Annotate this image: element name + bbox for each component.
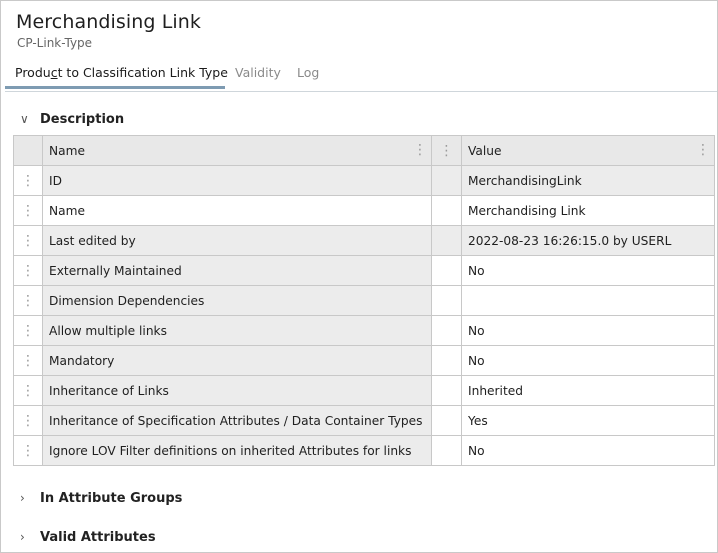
row-value-cell[interactable]: No	[461, 315, 715, 346]
vertical-dots-icon[interactable]: ⋮	[21, 204, 35, 218]
link-type-editor: Merchandising Link CP-Link-Type Product …	[0, 0, 718, 553]
vertical-dots-icon[interactable]: ⋮	[21, 294, 35, 308]
row-name-cell: Last edited by	[42, 225, 432, 256]
section-description-toggle[interactable]: ∨ Description	[20, 112, 124, 127]
column-header-name[interactable]: Name ⋮	[42, 135, 432, 166]
vertical-dots-icon[interactable]: ⋮	[21, 174, 35, 188]
row-name-cell: Name	[42, 195, 432, 226]
row-spacer-cell	[431, 195, 462, 226]
column-header-name-label: Name	[49, 143, 85, 158]
row-name-cell: Ignore LOV Filter definitions on inherit…	[42, 435, 432, 466]
chevron-right-icon: ›	[20, 530, 25, 544]
active-tab-indicator	[5, 86, 225, 89]
vertical-dots-icon[interactable]: ⋮	[21, 234, 35, 248]
row-spacer-cell	[431, 375, 462, 406]
chevron-down-icon: ∨	[20, 112, 29, 126]
row-spacer-cell	[431, 225, 462, 256]
table-row[interactable]: ⋮ Inheritance of Links Inherited	[13, 375, 715, 406]
table-row[interactable]: ⋮ Mandatory No	[13, 345, 715, 376]
row-value-cell[interactable]	[461, 285, 715, 316]
tab-product-to-classification[interactable]: Product to Classification Link Type	[15, 65, 228, 80]
row-name-cell: Inheritance of Specification Attributes …	[42, 405, 432, 436]
row-name-cell: Allow multiple links	[42, 315, 432, 346]
vertical-dots-icon[interactable]: ⋮	[696, 143, 710, 157]
row-value-cell[interactable]: 2022-08-23 16:26:15.0 by USERL	[461, 225, 715, 256]
vertical-dots-icon[interactable]: ⋮	[21, 354, 35, 368]
row-spacer-cell	[431, 165, 462, 196]
row-name-cell: Dimension Dependencies	[42, 285, 432, 316]
header-handle-cell	[13, 135, 43, 166]
row-spacer-cell	[431, 435, 462, 466]
tab-bar: Product to Classification Link Type Vali…	[5, 59, 717, 93]
vertical-dots-icon[interactable]: ⋮	[21, 414, 35, 428]
row-spacer-cell	[431, 345, 462, 376]
table-row[interactable]: ⋮ Ignore LOV Filter definitions on inheri…	[13, 435, 715, 466]
tab-divider	[5, 91, 717, 92]
row-spacer-cell	[431, 255, 462, 286]
table-row[interactable]: ⋮ Dimension Dependencies	[13, 285, 715, 316]
row-value-cell[interactable]: Merchandising Link	[461, 195, 715, 226]
column-header-value-label: Value	[468, 143, 502, 158]
section-description-label: Description	[40, 112, 125, 127]
table-row[interactable]: ⋮ ID MerchandisingLink	[13, 165, 715, 196]
row-drag-handle[interactable]: ⋮	[13, 435, 43, 466]
section-attribute-groups-label: In Attribute Groups	[40, 491, 183, 506]
vertical-dots-icon[interactable]: ⋮	[440, 144, 454, 158]
row-drag-handle[interactable]: ⋮	[13, 345, 43, 376]
row-value-cell[interactable]: MerchandisingLink	[461, 165, 715, 196]
table-row[interactable]: ⋮ Allow multiple links No	[13, 315, 715, 346]
tab-validity[interactable]: Validity	[235, 65, 281, 80]
row-value-cell[interactable]: Yes	[461, 405, 715, 436]
row-value-cell[interactable]: No	[461, 345, 715, 376]
section-valid-attributes-label: Valid Attributes	[40, 530, 156, 545]
table-header-row: Name ⋮ ⋮ Value ⋮	[13, 135, 715, 166]
row-drag-handle[interactable]: ⋮	[13, 405, 43, 436]
vertical-dots-icon[interactable]: ⋮	[21, 444, 35, 458]
tab-log[interactable]: Log	[297, 65, 319, 80]
table-row[interactable]: ⋮ Last edited by 2022-08-23 16:26:15.0 by …	[13, 225, 715, 256]
row-name-cell: ID	[42, 165, 432, 196]
row-drag-handle[interactable]: ⋮	[13, 225, 43, 256]
vertical-dots-icon[interactable]: ⋮	[21, 384, 35, 398]
row-value-cell[interactable]: Inherited	[461, 375, 715, 406]
chevron-right-icon: ›	[20, 491, 25, 505]
description-table: Name ⋮ ⋮ Value ⋮ ⋮ ID MerchandisingLink ⋮ Name…	[13, 135, 715, 466]
header-handle-cell-2[interactable]: ⋮	[431, 135, 462, 166]
row-spacer-cell	[431, 285, 462, 316]
row-name-cell: Externally Maintained	[42, 255, 432, 286]
row-drag-handle[interactable]: ⋮	[13, 195, 43, 226]
row-spacer-cell	[431, 315, 462, 346]
row-name-cell: Mandatory	[42, 345, 432, 376]
row-value-cell[interactable]: No	[461, 255, 715, 286]
row-drag-handle[interactable]: ⋮	[13, 375, 43, 406]
row-drag-handle[interactable]: ⋮	[13, 255, 43, 286]
row-drag-handle[interactable]: ⋮	[13, 165, 43, 196]
row-drag-handle[interactable]: ⋮	[13, 285, 43, 316]
table-row[interactable]: ⋮ Externally Maintained No	[13, 255, 715, 286]
table-row[interactable]: ⋮ Name Merchandising Link	[13, 195, 715, 226]
section-attribute-groups-toggle[interactable]: › In Attribute Groups	[20, 491, 182, 506]
column-header-value[interactable]: Value ⋮	[461, 135, 715, 166]
vertical-dots-icon[interactable]: ⋮	[21, 264, 35, 278]
row-value-cell[interactable]: No	[461, 435, 715, 466]
tab-label-pre: Product to Classification Link Type	[15, 65, 228, 80]
row-spacer-cell	[431, 405, 462, 436]
table-row[interactable]: ⋮ Inheritance of Specification Attributes…	[13, 405, 715, 436]
page-title: Merchandising Link	[16, 11, 202, 33]
row-name-cell: Inheritance of Links	[42, 375, 432, 406]
vertical-dots-icon[interactable]: ⋮	[21, 324, 35, 338]
row-drag-handle[interactable]: ⋮	[13, 315, 43, 346]
page-subtitle: CP-Link-Type	[17, 36, 93, 50]
vertical-dots-icon[interactable]: ⋮	[413, 143, 427, 157]
section-valid-attributes-toggle[interactable]: › Valid Attributes	[20, 530, 156, 545]
